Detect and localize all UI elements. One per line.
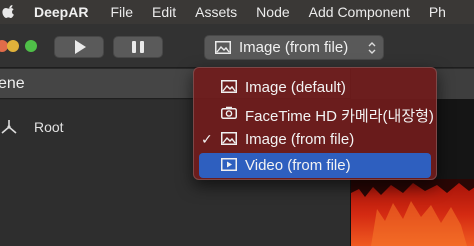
chevron-up-down-icon (368, 42, 376, 54)
node-axes-icon (1, 120, 17, 134)
minimize-window-button[interactable] (7, 40, 19, 52)
pause-icon (132, 41, 144, 53)
image-icon (221, 132, 237, 145)
image-icon (221, 80, 237, 93)
zoom-window-button[interactable] (25, 40, 37, 52)
menubar: DeepAR File Edit Assets Node Add Compone… (0, 0, 474, 24)
camera-icon (221, 106, 237, 119)
menu-item-video-from-file[interactable]: Video (from file) (199, 153, 431, 178)
menu-node[interactable]: Node (256, 4, 289, 20)
menu-physics[interactable]: Ph (429, 4, 446, 20)
menu-file[interactable]: File (110, 4, 133, 20)
menu-item-label: FaceTime HD 카메라(내장형) (245, 108, 434, 125)
camera-source-menu: Image (default) FaceTime HD 카메라(내장형) ✓ I… (193, 67, 437, 180)
play-icon (75, 40, 86, 54)
pause-button[interactable] (113, 36, 163, 58)
camera-source-value: Image (from file) (239, 39, 349, 56)
checkmark-icon: ✓ (201, 131, 213, 147)
apple-icon[interactable] (2, 5, 16, 19)
menu-item-image-from-file[interactable]: ✓ Image (from file) (199, 127, 431, 152)
menu-item-label: Image (from file) (245, 131, 355, 148)
menu-edit[interactable]: Edit (152, 4, 176, 20)
menu-item-facetime-camera[interactable]: FaceTime HD 카메라(내장형) (199, 101, 434, 126)
preview-image (351, 179, 474, 246)
menu-item-label: Image (default) (245, 79, 346, 96)
menu-add-component[interactable]: Add Component (309, 4, 410, 20)
scene-tree-label: Root (34, 119, 64, 135)
menu-item-image-default[interactable]: Image (default) (199, 75, 431, 100)
app-menu[interactable]: DeepAR (34, 4, 88, 20)
video-icon (221, 158, 237, 171)
camera-source-select[interactable]: Image (from file) (204, 35, 384, 60)
menu-item-label: Video (from file) (245, 157, 351, 174)
image-icon (215, 41, 231, 54)
window-toolbar: Image (from file) (0, 24, 474, 68)
scene-panel-title: ene (0, 74, 25, 92)
play-button[interactable] (54, 36, 104, 58)
menu-assets[interactable]: Assets (195, 4, 237, 20)
